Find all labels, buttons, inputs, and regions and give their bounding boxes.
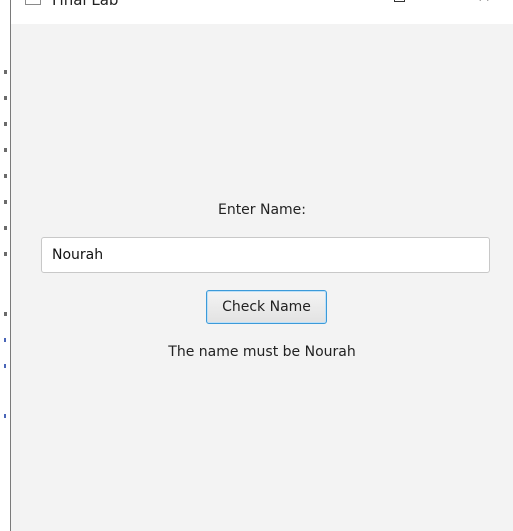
background-mark [4, 174, 7, 178]
result-message: The name must be Nourah [168, 344, 356, 360]
title-bar[interactable]: Final Lab ✕ [11, 0, 513, 24]
close-icon: ✕ [477, 0, 491, 7]
background-mark [4, 200, 7, 204]
background-mark [4, 312, 7, 316]
background-mark [4, 364, 6, 368]
background-mark [4, 70, 7, 74]
name-input[interactable] [41, 237, 490, 273]
check-name-button[interactable]: Check Name [206, 290, 327, 324]
window-content: Enter Name: Check Name The name must be … [11, 24, 513, 531]
background-mark [4, 226, 7, 230]
background-mark [4, 338, 6, 342]
background-mark [4, 148, 7, 152]
background-mark [4, 122, 7, 126]
app-window-icon [25, 0, 41, 5]
background-mark [4, 414, 6, 418]
maximize-icon [394, 0, 405, 2]
background-mark [4, 252, 7, 256]
window-title: Final Lab [52, 0, 119, 9]
enter-name-label: Enter Name: [217, 202, 307, 218]
close-button[interactable]: ✕ [467, 0, 501, 8]
background-mark [4, 96, 7, 100]
screen: Final Lab ✕ Enter Name: Check Name The n… [0, 0, 513, 531]
maximize-button[interactable] [383, 0, 417, 10]
